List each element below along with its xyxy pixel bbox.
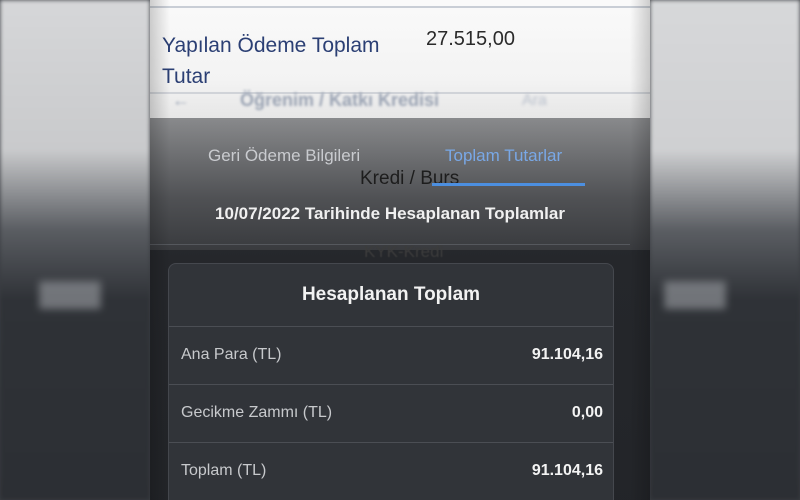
loan-type-value: KYK-Kredi [364,242,444,261]
table-row: Toplam (TL) 91.104,16 [169,442,613,500]
active-tab-indicator [432,183,585,186]
row-value: 91.104,16 [531,462,603,479]
divider [150,6,650,8]
payment-total-label: Yapılan Ödeme Toplam Tutar [162,34,380,88]
row-value: 0,00 [571,404,603,421]
background-right [650,0,800,500]
table-row: Ana Para (TL) 91.104,16 [169,326,613,384]
background-ghost-text: ▇▇▇ [40,278,100,308]
table-row: Gecikme Zammı (TL) 0,00 [169,384,613,442]
divider [150,244,630,245]
phone-screen: Yapılan Ödeme Toplam Tutar 27.515,00 ← Ö… [150,0,650,500]
back-arrow-icon[interactable]: ← [172,90,190,111]
payment-total-value: 27.515,00 [426,28,515,50]
search-label-behind: Ara [522,92,547,109]
row-label: Ana Para (TL) [181,346,282,363]
background-ghost-text: ▇▇▇ [665,278,725,308]
tab-total-amounts[interactable]: Toplam Tutarlar [445,146,562,166]
calculated-total-card: Hesaplanan Toplam Ana Para (TL) 91.104,1… [168,263,614,500]
row-value: 91.104,16 [531,346,603,363]
background-left [0,0,150,500]
row-label: Gecikme Zammı (TL) [181,404,333,421]
edge-shadow [630,0,650,500]
tab-bar: Geri Ödeme Bilgileri Toplam Tutarlar [150,140,650,176]
card-title: Hesaplanan Toplam [301,284,481,305]
row-label: Toplam (TL) [181,462,267,479]
page-title-behind: Öğrenim / Katkı Kredisi [240,90,440,110]
edge-shadow [150,0,170,500]
calculated-totals-title: 10/07/2022 Tarihinde Hesaplanan Toplamla… [215,204,565,223]
tab-repayment-info[interactable]: Geri Ödeme Bilgileri [208,146,360,166]
